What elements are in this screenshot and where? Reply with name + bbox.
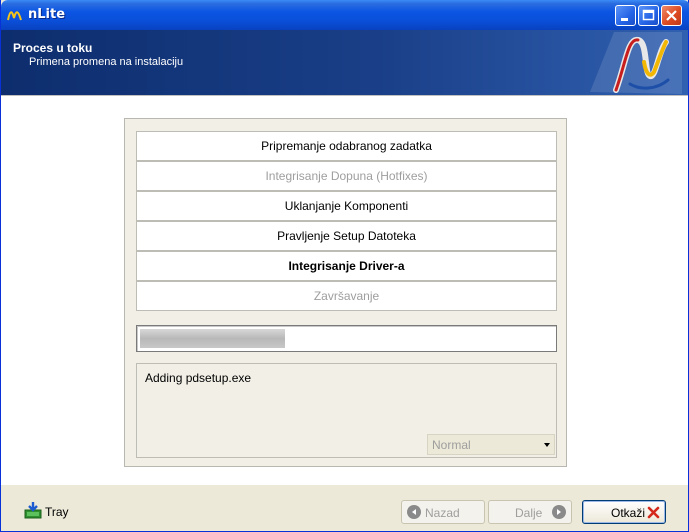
minimize-icon: [621, 18, 628, 21]
nlite-app-icon: [7, 11, 22, 21]
next-button-label: Dalje: [515, 506, 543, 520]
page-title: Proces u toku: [13, 41, 93, 55]
title-bar[interactable]: nLite: [1, 0, 689, 30]
task-item-current: Integrisanje Driver-a: [136, 251, 557, 281]
cancel-x-icon: [647, 506, 660, 519]
back-button[interactable]: Nazad: [401, 500, 485, 524]
cancel-button-label: Otkaži: [611, 506, 646, 520]
next-button[interactable]: Dalje: [488, 500, 572, 524]
nlite-logo-icon: [590, 32, 682, 94]
next-arrow-icon: [552, 505, 566, 519]
cancel-button[interactable]: Otkaži: [582, 500, 666, 524]
close-window-button[interactable]: [661, 5, 682, 26]
progress-bar-fill: [140, 329, 285, 348]
task-item: Završavanje: [136, 281, 557, 311]
task-item: Integrisanje Dopuna (Hotfixes): [136, 161, 557, 191]
priority-select[interactable]: Normal: [427, 434, 555, 455]
tray-icon: [24, 502, 42, 519]
back-button-label: Nazad: [425, 506, 460, 520]
tray-label: Tray: [45, 505, 69, 519]
window-title: nLite: [28, 7, 66, 22]
back-arrow-icon: [407, 505, 421, 519]
log-text: Adding pdsetup.exe: [145, 371, 252, 385]
log-output: Adding pdsetup.exe Normal: [136, 363, 557, 458]
progress-panel: Pripremanje odabranog zadatka Integrisan…: [124, 118, 567, 467]
maximize-button[interactable]: [638, 5, 659, 26]
task-item: Uklanjanje Komponenti: [136, 191, 557, 221]
minimize-button[interactable]: [615, 5, 636, 26]
chevron-down-icon: [544, 443, 550, 447]
task-item: Pravljenje Setup Datoteka: [136, 221, 557, 251]
progress-bar: [136, 325, 557, 352]
footer-bar: Tray Nazad Dalje Otkaži: [1, 485, 688, 531]
task-item: Pripremanje odabranog zadatka: [136, 131, 557, 161]
main-content: Pripremanje odabranog zadatka Integrisan…: [1, 95, 688, 485]
close-icon: [666, 10, 677, 21]
page-subtitle: Primena promena na instalaciju: [29, 56, 184, 68]
nlite-window: nLite Proces u toku Primena promena na i…: [0, 0, 689, 532]
maximize-icon: [642, 9, 655, 21]
header-band: Proces u toku Primena promena na instala…: [1, 30, 688, 95]
priority-select-value: Normal: [432, 438, 471, 452]
